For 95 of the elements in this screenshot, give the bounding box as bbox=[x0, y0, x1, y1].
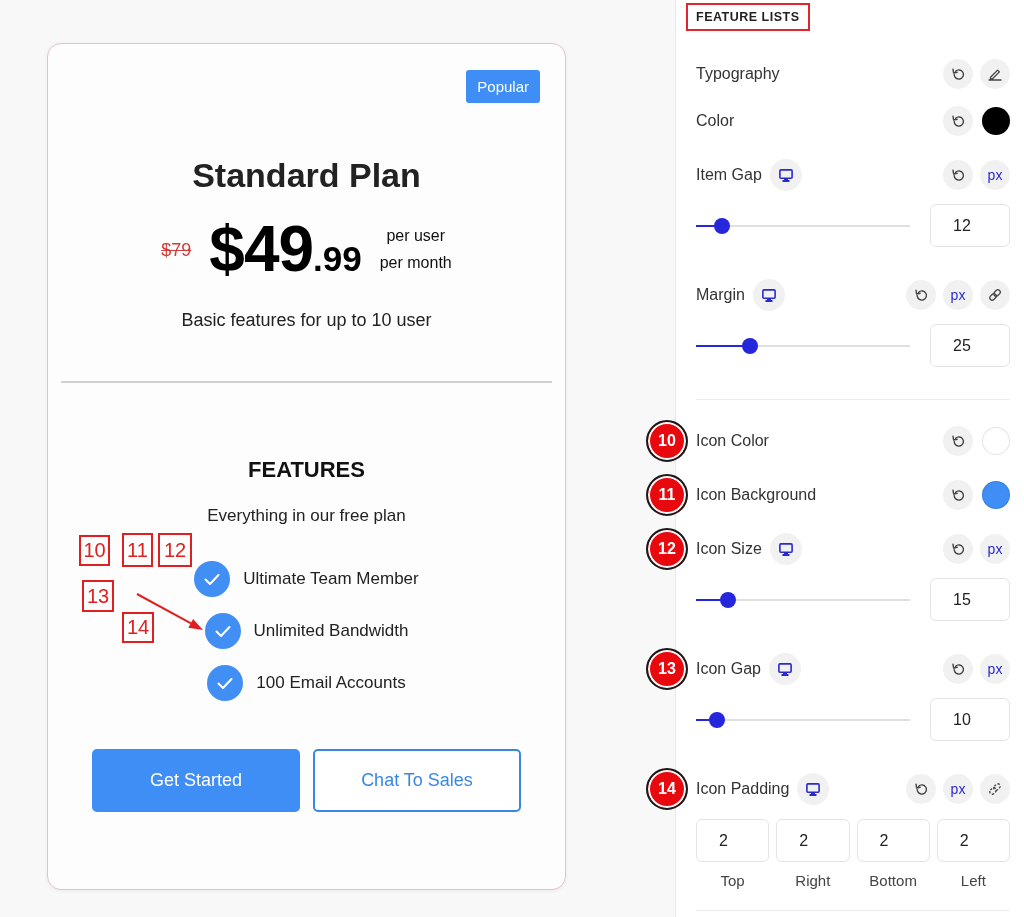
monitor-icon bbox=[806, 782, 821, 796]
number-input[interactable]: 2 bbox=[696, 819, 770, 862]
chat-button[interactable]: Chat To Sales bbox=[313, 749, 521, 812]
number-input[interactable]: 10 bbox=[930, 698, 1010, 741]
control-label: Color bbox=[696, 112, 735, 130]
control-label: Icon Background bbox=[696, 486, 817, 504]
feature-text: Unlimited Bandwidth bbox=[253, 620, 409, 642]
side-label: Bottom bbox=[868, 872, 918, 890]
unit-button[interactable]: px bbox=[943, 774, 973, 804]
control-label: Icon Size bbox=[696, 540, 762, 558]
reset-button[interactable] bbox=[943, 480, 973, 510]
billing-period: per user bbox=[386, 226, 446, 246]
circular-arrow-icon bbox=[952, 662, 964, 676]
old-price: $79 bbox=[161, 239, 192, 261]
step-marker: 11 bbox=[646, 474, 688, 516]
step-marker: 14 bbox=[646, 768, 688, 810]
plan-description: Basic features for up to 10 user bbox=[181, 309, 432, 331]
number-input[interactable]: 2 bbox=[856, 819, 930, 862]
circular-arrow-icon bbox=[915, 782, 927, 796]
slider-thumb[interactable] bbox=[720, 591, 737, 608]
circular-arrow-icon bbox=[952, 67, 964, 81]
device-button[interactable] bbox=[769, 533, 802, 565]
check-circle-icon bbox=[194, 561, 231, 597]
feature-text: 100 Email Accounts bbox=[256, 672, 406, 694]
control-label: Icon Gap bbox=[696, 660, 761, 678]
reset-button[interactable] bbox=[943, 106, 973, 136]
circular-arrow-icon bbox=[952, 488, 964, 502]
reset-button[interactable] bbox=[906, 774, 936, 804]
features-heading: FEATURES bbox=[248, 457, 365, 483]
check-circle-icon bbox=[207, 665, 244, 701]
unit-button[interactable]: px bbox=[943, 280, 973, 310]
reset-button[interactable] bbox=[906, 280, 936, 310]
edit-button[interactable] bbox=[980, 59, 1010, 89]
device-button[interactable] bbox=[752, 279, 785, 311]
billing-period: per month bbox=[379, 253, 452, 273]
number-input[interactable]: 15 bbox=[930, 578, 1010, 621]
circular-arrow-icon bbox=[952, 434, 964, 448]
device-button[interactable] bbox=[768, 653, 801, 685]
step-marker: 12 bbox=[646, 528, 688, 570]
link-icon bbox=[988, 288, 1002, 302]
number-input[interactable]: 25 bbox=[930, 324, 1010, 367]
circular-arrow-icon bbox=[952, 542, 964, 556]
device-button[interactable] bbox=[769, 159, 802, 191]
reset-button[interactable] bbox=[943, 160, 973, 190]
feature-text: Ultimate Team Member bbox=[243, 568, 419, 590]
callout-number: 10 bbox=[79, 535, 110, 566]
number-input[interactable]: 12 bbox=[930, 204, 1010, 247]
callout-number: 14 bbox=[122, 612, 154, 643]
reset-button[interactable] bbox=[943, 534, 973, 564]
pencil-icon bbox=[988, 67, 1002, 81]
section-title: FEATURE LISTS bbox=[686, 3, 810, 31]
control-label: Icon Padding bbox=[696, 780, 790, 798]
side-label: Left bbox=[959, 872, 987, 890]
callout-number: 11 bbox=[122, 533, 153, 567]
circular-arrow-icon bbox=[915, 288, 927, 302]
unit-button[interactable]: px bbox=[980, 534, 1010, 564]
number-input[interactable]: 2 bbox=[936, 819, 1010, 862]
unit-button[interactable]: px bbox=[980, 654, 1010, 684]
control-label: Typography bbox=[696, 65, 780, 83]
link-button[interactable] bbox=[980, 280, 1010, 310]
color-swatch[interactable] bbox=[982, 107, 1010, 135]
check-circle-icon bbox=[204, 613, 241, 649]
unit-button[interactable]: px bbox=[980, 160, 1010, 190]
broken-link-icon bbox=[988, 782, 1002, 796]
control-label: Margin bbox=[696, 286, 745, 304]
device-button[interactable] bbox=[797, 773, 830, 805]
monitor-icon bbox=[777, 662, 792, 676]
step-marker: 13 bbox=[646, 648, 688, 690]
number-input[interactable]: 2 bbox=[776, 819, 850, 862]
features-intro: Everything in our free plan bbox=[207, 505, 406, 527]
reset-button[interactable] bbox=[943, 59, 973, 89]
color-swatch[interactable] bbox=[982, 427, 1010, 455]
side-label: Right bbox=[794, 872, 832, 890]
step-marker: 10 bbox=[646, 420, 688, 462]
plan-title: Standard Plan bbox=[192, 155, 421, 195]
callout-number: 13 bbox=[82, 580, 114, 612]
price-amount: $49 bbox=[209, 215, 314, 283]
color-swatch[interactable] bbox=[982, 481, 1010, 509]
monitor-icon bbox=[778, 168, 793, 182]
price-cents: .99 bbox=[313, 239, 362, 279]
reset-button[interactable] bbox=[943, 426, 973, 456]
monitor-icon bbox=[761, 288, 776, 302]
reset-button[interactable] bbox=[943, 654, 973, 684]
circular-arrow-icon bbox=[952, 168, 964, 182]
monitor-icon bbox=[778, 542, 793, 556]
control-label: Item Gap bbox=[696, 166, 762, 184]
link-button[interactable] bbox=[980, 774, 1010, 804]
callout-number: 12 bbox=[158, 533, 192, 567]
circular-arrow-icon bbox=[952, 114, 964, 128]
side-label: Top bbox=[719, 872, 746, 890]
slider-thumb[interactable] bbox=[741, 337, 758, 354]
slider-thumb[interactable] bbox=[713, 217, 730, 234]
control-label: Icon Color bbox=[696, 432, 769, 450]
slider-thumb[interactable] bbox=[709, 711, 726, 728]
popular-badge: Popular bbox=[466, 70, 540, 103]
